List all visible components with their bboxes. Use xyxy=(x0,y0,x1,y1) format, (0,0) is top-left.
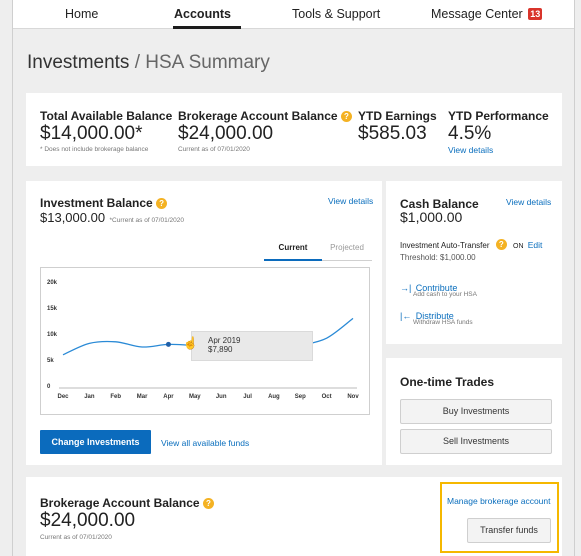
manage-brokerage-link[interactable]: Manage brokerage account xyxy=(447,496,551,506)
app-frame: Home Accounts Tools & Support Message Ce… xyxy=(12,0,575,556)
nav-home[interactable]: Home xyxy=(65,7,98,21)
x-tick-label: Sep xyxy=(295,394,306,400)
contribute-arrow-icon: →| xyxy=(400,283,412,293)
x-tick-label: May xyxy=(189,394,201,400)
ytd-earnings-value: $585.03 xyxy=(358,123,427,144)
nav-message-center-label: Message Center xyxy=(431,7,523,21)
brokerage-card-label-text: Brokerage Account Balance xyxy=(40,496,200,510)
page-title: Investments / HSA Summary xyxy=(27,52,270,74)
brokerage-balance-label: Brokerage Account Balance ? xyxy=(178,109,352,123)
x-tick-label: Oct xyxy=(322,394,332,400)
ytd-performance-label: YTD Performance xyxy=(448,109,549,123)
active-tab-indicator xyxy=(173,26,241,29)
threshold-text: Threshold: $1,000.00 xyxy=(400,253,476,262)
auto-transfer-label: Investment Auto-Transfer xyxy=(400,241,490,250)
nav-accounts[interactable]: Accounts xyxy=(174,7,231,21)
x-tick-label: Nov xyxy=(347,394,359,400)
summary-card: Total Available Balance $14,000.00* * Do… xyxy=(26,93,562,166)
pointer-cursor-icon: ☝ xyxy=(183,336,198,350)
help-icon[interactable]: ? xyxy=(340,111,352,122)
cash-balance-value: $1,000.00 xyxy=(400,209,463,225)
change-investments-button[interactable]: Change Investments xyxy=(40,430,151,454)
tooltip-value: $7,890 xyxy=(208,345,233,354)
contribute-sub: Add cash to your HSA xyxy=(413,291,477,298)
y-tick-label: 20k xyxy=(47,280,58,286)
sell-investments-button[interactable]: Sell Investments xyxy=(400,429,552,454)
x-tick-label: Mar xyxy=(137,394,148,400)
breadcrumb-hsa-summary: HSA Summary xyxy=(145,52,270,73)
cash-view-details-link[interactable]: View details xyxy=(506,197,551,207)
x-tick-label: Apr xyxy=(163,394,174,400)
auto-transfer-row: Investment Auto-Transfer ? ON Edit xyxy=(400,239,542,250)
breadcrumb-investments: Investments xyxy=(27,52,130,73)
distribute-arrow-icon: |← xyxy=(400,311,412,321)
investment-balance-label: Investment Balance ? xyxy=(40,196,168,210)
tab-current[interactable]: Current xyxy=(264,243,322,261)
chart-tooltip: Apr 2019 $7,890 xyxy=(191,331,313,361)
breadcrumb-separator: / xyxy=(134,52,140,73)
x-tick-label: Jan xyxy=(84,394,95,400)
y-tick-label: 0 xyxy=(47,384,51,390)
brokerage-card-note: Current as of 07/01/2020 xyxy=(40,534,112,541)
nav-tools-support[interactable]: Tools & Support xyxy=(292,7,380,21)
help-icon[interactable]: ? xyxy=(156,198,168,209)
tooltip-date: Apr 2019 xyxy=(208,336,241,345)
auto-transfer-state[interactable]: ON xyxy=(513,243,524,250)
one-time-trades-label: One-time Trades xyxy=(400,375,495,389)
nav-message-center[interactable]: Message Center 13 xyxy=(431,7,543,21)
brokerage-card: Brokerage Account Balance ? $24,000.00 C… xyxy=(26,477,562,556)
x-tick-label: Jul xyxy=(243,394,252,400)
data-point xyxy=(165,341,171,347)
transfer-funds-button[interactable]: Transfer funds xyxy=(467,518,551,543)
brokerage-balance-note: Current as of 07/01/2020 xyxy=(178,146,250,153)
auto-transfer-edit-link[interactable]: Edit xyxy=(528,240,543,250)
investment-balance-value-row: $13,000.00 *Current as of 07/01/2020 xyxy=(40,209,184,227)
investment-balance-note: *Current as of 07/01/2020 xyxy=(109,217,184,224)
investment-balance-label-text: Investment Balance xyxy=(40,196,153,210)
x-tick-label: Dec xyxy=(57,394,69,400)
investment-view-details-link[interactable]: View details xyxy=(328,196,373,206)
top-nav: Home Accounts Tools & Support Message Ce… xyxy=(13,0,574,29)
tab-projected[interactable]: Projected xyxy=(322,243,372,261)
y-tick-label: 10k xyxy=(47,332,58,338)
brokerage-card-label: Brokerage Account Balance ? xyxy=(40,496,214,510)
x-tick-label: Feb xyxy=(110,394,121,400)
cash-balance-card: Cash Balance View details $1,000.00 Inve… xyxy=(386,181,562,344)
x-tick-label: Jun xyxy=(216,394,227,400)
help-icon[interactable]: ? xyxy=(202,498,214,509)
total-balance-note: * Does not include brokerage balance xyxy=(40,146,149,153)
ytd-performance-view-details-link[interactable]: View details xyxy=(448,145,493,155)
brokerage-balance-label-text: Brokerage Account Balance xyxy=(178,109,338,123)
y-tick-label: 5k xyxy=(47,358,54,364)
distribute-sub: Withdraw HSA funds xyxy=(413,319,473,326)
message-count-badge: 13 xyxy=(528,8,543,20)
total-balance-label: Total Available Balance xyxy=(40,109,173,123)
ytd-performance-value: 4.5% xyxy=(448,123,492,144)
y-tick-label: 15k xyxy=(47,306,58,312)
investment-chart: 0 5k 10k 15k 20k Dec Jan Feb Mar Apr May Jun Jul Aug S… xyxy=(40,267,370,415)
help-icon[interactable]: ? xyxy=(495,239,507,250)
x-tick-label: Aug xyxy=(268,394,280,400)
buy-investments-button[interactable]: Buy Investments xyxy=(400,399,552,424)
view-all-funds-link[interactable]: View all available funds xyxy=(161,438,249,448)
one-time-trades-card: One-time Trades Buy Investments Sell Inv… xyxy=(386,358,562,465)
total-balance-value: $14,000.00* xyxy=(40,123,143,144)
investment-balance-card: Investment Balance ? View details $13,00… xyxy=(26,181,382,465)
investment-balance-value: $13,000.00 xyxy=(40,210,106,225)
ytd-earnings-label: YTD Earnings xyxy=(358,109,437,123)
brokerage-balance-value: $24,000.00 xyxy=(178,123,274,144)
brokerage-card-value: $24,000.00 xyxy=(40,510,136,531)
